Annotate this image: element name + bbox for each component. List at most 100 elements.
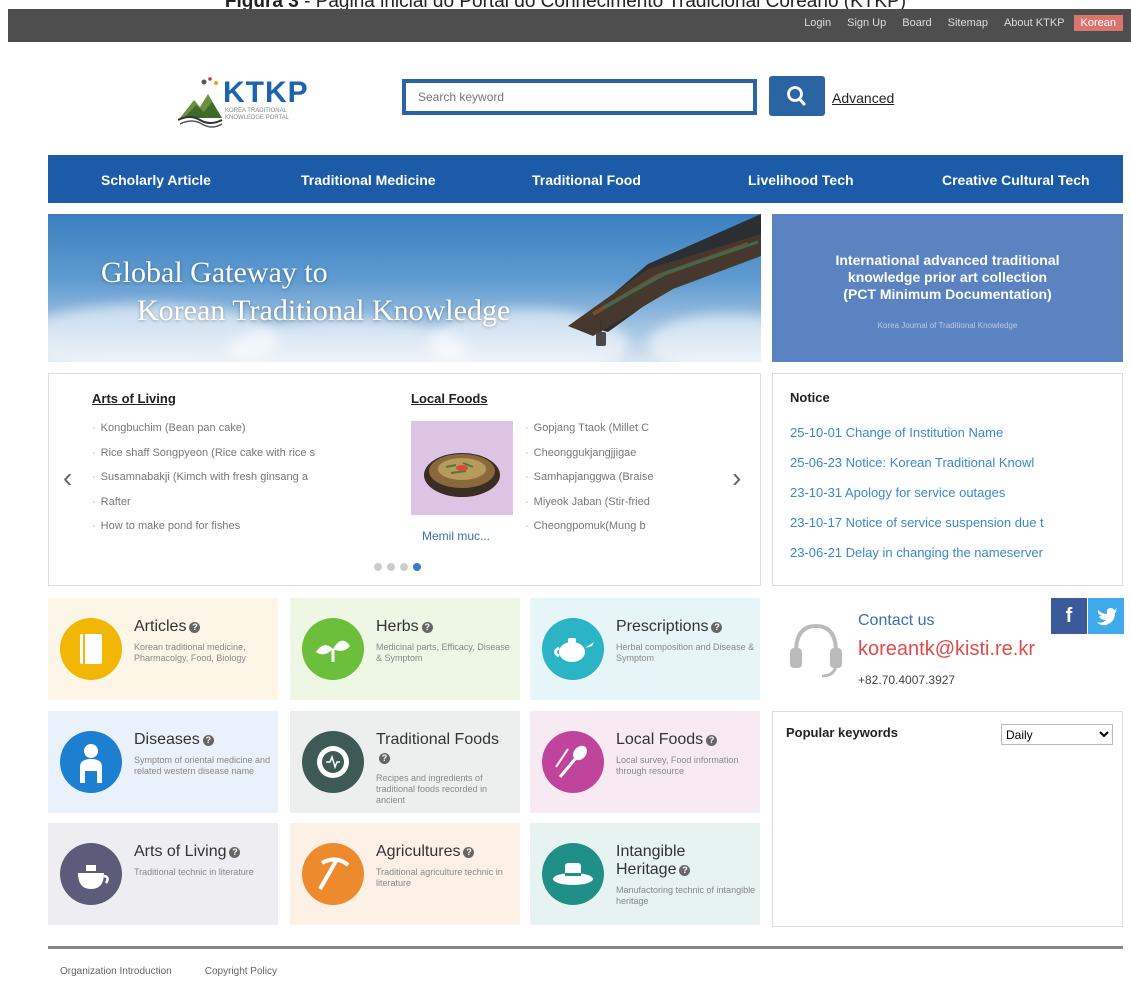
list-item[interactable]: Rafter — [92, 490, 392, 515]
nav-creative-cultural-tech[interactable]: Creative Cultural Tech — [942, 172, 1090, 188]
notice-item[interactable]: 23-10-17 Notice of service suspension du… — [790, 508, 1110, 538]
help-icon[interactable]: ? — [421, 622, 433, 633]
carousel-dot[interactable] — [400, 563, 408, 571]
organization-introduction-link[interactable]: Organization Introduction — [60, 966, 172, 977]
notice-item[interactable]: 25-06-23 Notice: Korean Traditional Know… — [790, 448, 1110, 478]
list-item[interactable]: Kongbuchim (Bean pan cake) — [92, 416, 392, 441]
footer-divider — [48, 946, 1123, 949]
list-item[interactable]: Miyeok Jaban (Stir-fried — [525, 490, 705, 515]
sidebanner-subtitle: Korea Journal of Traditional Knowledge — [877, 321, 1018, 330]
tile-prescriptions[interactable]: Prescriptions? Herbal composition and Di… — [530, 598, 760, 700]
tile-title-text: Local Foods — [616, 731, 704, 748]
main-navigation: Scholarly Article Traditional Medicine T… — [48, 155, 1123, 203]
tile-description: Manufactoring technic of intangible heri… — [616, 885, 756, 906]
list-item[interactable]: Gopjang Ttaok (Millet C — [525, 416, 705, 441]
popular-keywords-heading: Popular keywords — [786, 725, 898, 740]
contact-email[interactable]: koreantk@kisti.re.kr — [858, 638, 1035, 661]
notice-list: 25-10-01 Change of Institution Name 25-0… — [790, 418, 1110, 568]
search-input[interactable] — [406, 83, 753, 111]
contact-panel: Contact us koreantk@kisti.re.kr +82.70.4… — [772, 598, 1124, 700]
tile-title: Agricultures? — [376, 843, 516, 861]
tile-herbs[interactable]: Herbs? Medicinal parts, Efficacy, Diseas… — [290, 598, 520, 700]
carousel-pagination — [374, 563, 421, 571]
person-icon — [60, 731, 122, 793]
book-icon — [60, 618, 122, 680]
list-item[interactable]: Rice shaff Songpyeon (Rice cake with ric… — [92, 441, 392, 466]
help-icon[interactable]: ? — [463, 847, 475, 858]
tile-description: Symptom of oriental medicine and related… — [134, 755, 271, 776]
tile-description: Herbal composition and Disease & Symptom — [616, 642, 755, 663]
main-banner[interactable]: Global Gateway to Korean Traditional Kno… — [48, 214, 761, 362]
help-icon[interactable]: ? — [379, 753, 390, 764]
korean-language-link[interactable]: Korean — [1073, 15, 1123, 31]
tile-description: Recipes and ingredients of traditional f… — [376, 773, 488, 805]
twitter-icon[interactable] — [1088, 598, 1124, 634]
tile-articles[interactable]: Articles? Korean traditional medicine, P… — [48, 598, 278, 700]
board-link[interactable]: Board — [895, 15, 938, 31]
tile-diseases[interactable]: Diseases? Symptom of oriental medicine a… — [48, 711, 278, 813]
tile-title-text: Herbs — [376, 618, 419, 635]
signup-link[interactable]: Sign Up — [840, 15, 893, 31]
search-icon — [787, 86, 806, 106]
tile-description: Traditional agriculture technic in liter… — [376, 867, 503, 888]
tile-title-text: Arts of Living — [134, 843, 227, 860]
tile-traditional-foods[interactable]: Traditional Foods? Recipes and ingredien… — [290, 711, 520, 813]
arts-of-living-heading[interactable]: Arts of Living — [92, 391, 176, 406]
carousel-dot-active[interactable] — [413, 563, 421, 571]
tile-title: Articles? — [134, 618, 274, 636]
food-bowl-image — [411, 421, 513, 515]
pct-documentation-banner[interactable]: International advanced traditional knowl… — [772, 214, 1123, 362]
advanced-search-link[interactable]: Advanced — [832, 90, 894, 106]
notice-item[interactable]: 23-06-21 Delay in changing the nameserve… — [790, 538, 1110, 568]
tile-description: Medicinal parts, Efficacy, Disease & Sym… — [376, 642, 510, 663]
tile-title-text: Articles — [134, 618, 187, 635]
tile-title-text: Traditional Foods — [376, 731, 500, 748]
tile-description: Korean traditional medicine, Pharmacolgy… — [134, 642, 246, 663]
tile-intangible-heritage[interactable]: Intangible Heritage? Manufactoring techn… — [530, 823, 760, 925]
tile-title: Traditional Foods? — [376, 731, 504, 767]
carousel-dot[interactable] — [387, 563, 395, 571]
help-icon[interactable]: ? — [202, 735, 214, 746]
list-item[interactable]: Samhapjanggwa (Braise — [525, 465, 705, 490]
nav-scholarly-article[interactable]: Scholarly Article — [101, 172, 211, 188]
site-logo[interactable]: KTKP KOREA TRADITIONAL KNOWLEDGE PORTAL — [178, 74, 338, 128]
help-icon[interactable]: ? — [706, 735, 718, 746]
copyright-policy-link[interactable]: Copyright Policy — [205, 966, 277, 977]
local-foods-heading[interactable]: Local Foods — [411, 391, 488, 406]
sidebanner-line-1: International advanced traditional — [835, 252, 1060, 268]
help-icon[interactable]: ? — [229, 847, 241, 858]
notice-item[interactable]: 23-10-31 Apology for service outages — [790, 478, 1110, 508]
list-item[interactable]: How to make pond for fishes — [92, 514, 392, 539]
about-link[interactable]: About KTKP — [997, 15, 1072, 31]
carousel-dot[interactable] — [374, 563, 382, 571]
list-item[interactable]: Cheonggukjangjjigae — [525, 441, 705, 466]
carousel-prev-button[interactable]: ‹ — [63, 462, 72, 494]
help-icon[interactable]: ? — [189, 622, 201, 633]
list-item[interactable]: Susamnabakji (Kimch with fresh ginsang a — [92, 465, 392, 490]
food-thumbnail[interactable] — [411, 421, 513, 515]
food-caption[interactable]: Memil muc... — [422, 529, 490, 543]
login-link[interactable]: Login — [797, 15, 838, 31]
sitemap-link[interactable]: Sitemap — [941, 15, 995, 31]
help-icon[interactable]: ? — [679, 865, 691, 876]
nav-livelihood-tech[interactable]: Livelihood Tech — [748, 172, 854, 188]
carousel-next-button[interactable]: › — [732, 462, 741, 494]
notice-item[interactable]: 25-10-01 Change of Institution Name — [790, 418, 1110, 448]
spoon-icon — [542, 731, 604, 793]
tile-arts-of-living[interactable]: Arts of Living? Traditional technic in l… — [48, 823, 278, 925]
period-select[interactable]: Daily — [1001, 724, 1113, 745]
help-icon[interactable]: ? — [711, 622, 723, 633]
tile-local-foods[interactable]: Local Foods? Local survey, Food informat… — [530, 711, 760, 813]
tile-description: Local survey, Food information through r… — [616, 755, 739, 776]
nav-traditional-food[interactable]: Traditional Food — [532, 172, 641, 188]
facebook-icon[interactable]: f — [1051, 598, 1087, 634]
tile-title: Intangible Heritage? — [616, 843, 744, 879]
contact-title: Contact us — [858, 612, 935, 629]
nav-traditional-medicine[interactable]: Traditional Medicine — [301, 172, 436, 188]
search-button[interactable] — [769, 76, 825, 116]
tile-agricultures[interactable]: Agricultures? Traditional agriculture te… — [290, 823, 520, 925]
feature-carousel: ‹ › Arts of Living Kongbuchim (Bean pan … — [48, 373, 761, 586]
list-item[interactable]: Cheongpomuk(Mung b — [525, 514, 705, 539]
logo-subtitle: KOREA TRADITIONAL KNOWLEDGE PORTAL — [225, 108, 290, 121]
contact-phone: +82.70.4007.3927 — [858, 673, 956, 687]
